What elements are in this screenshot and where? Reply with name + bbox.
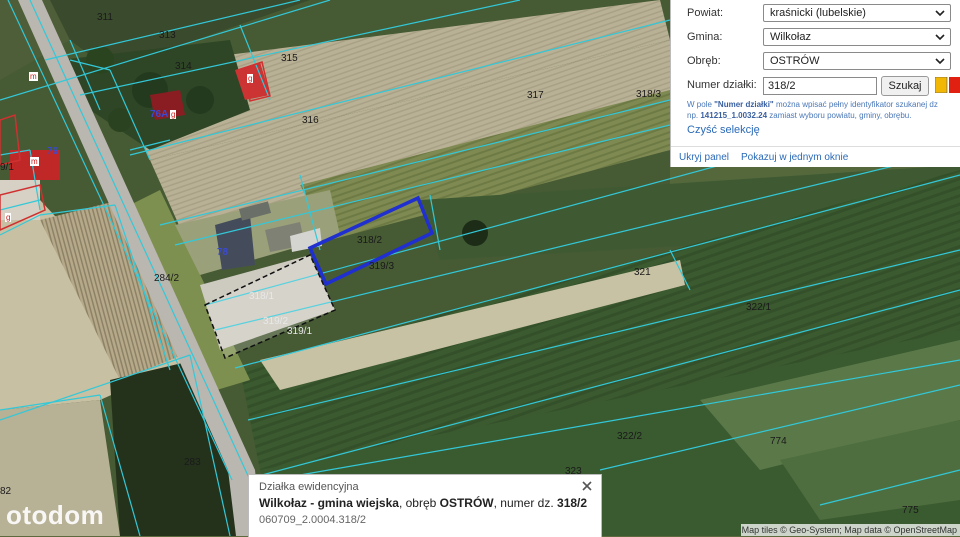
info-description: Wilkołaz - gmina wiejska, obręb OSTRÓW, … [259,496,588,510]
building-tag-m: m [29,72,38,81]
search-help-text: W pole "Numer działki" można wpisać pełn… [687,100,938,120]
map-attribution: Map tiles © Geo-System; Map data © OpenS… [741,524,960,536]
gmina-label: Gmina: [687,31,723,43]
parcel-label-319-1: 319/1 [287,326,313,337]
info-number: 318/2 [557,496,588,510]
parcel-label-319-2: 319/2 [263,316,289,327]
parcel-search-panel: Powiat: kraśnicki (lubelskie) Gmina: Wil… [670,0,960,167]
parcel-label-9-1: 9/1 [0,162,14,173]
parcel-number-input[interactable] [763,77,877,95]
obreb-row: Obręb: OSTRÓW [671,51,960,73]
parcel-label-775: 775 [902,505,919,516]
info-obreb: OSTRÓW [439,496,494,510]
chevron-down-icon [935,58,945,65]
gmina-row: Gmina: Wilkołaz [671,27,960,49]
parcel-label-284-2: 284/2 [154,273,180,284]
parcel-label-318-1: 318/1 [249,291,275,302]
chevron-down-icon [935,10,945,17]
search-button[interactable]: Szukaj [881,76,929,96]
parcel-info-popup: Działka ewidencyjna Wilkołaz - gmina wie… [248,474,602,537]
powiat-label: Powiat: [687,7,724,19]
numer-label: Numer działki: [687,79,757,91]
hide-panel-link[interactable]: Ukryj panel [679,152,729,163]
gmina-value: Wilkołaz [770,31,811,43]
info-id: 060709_2.0004.318/2 [259,514,367,526]
powiat-value: kraśnicki (lubelskie) [770,7,866,19]
building-tag-g: g [5,213,12,222]
show-single-window-link[interactable]: Pokazuj w jednym oknie [741,152,848,163]
panel-footer: Ukryj panel Pokazuj w jednym oknie [671,146,960,167]
parcel-label-317: 317 [527,90,544,101]
parcel-label-82: 82 [0,486,12,497]
parcel-label-311: 311 [97,12,113,23]
parcel-label-774: 774 [770,436,787,447]
clear-selection-link[interactable]: Czyść selekcję [687,124,760,136]
building-label-76: 76 [47,146,59,157]
obreb-label: Obręb: [687,55,721,67]
building-label-78: 78 [217,247,229,258]
obreb-select[interactable]: OSTRÓW [763,52,951,70]
parcel-label-318-2: 318/2 [357,235,383,246]
parcel-label-321: 321 [634,267,651,278]
parcel-label-319-3: 319/3 [369,261,395,272]
info-title: Działka ewidencyjna [259,481,359,493]
powiat-row: Powiat: kraśnicki (lubelskie) [671,3,960,25]
close-icon[interactable] [581,480,593,492]
parcel-label-316: 316 [302,115,319,126]
gmina-select[interactable]: Wilkołaz [763,28,951,46]
building-tag-g: g [247,74,254,83]
parcel-label-313: 313 [159,30,176,41]
obreb-value: OSTRÓW [770,55,820,67]
yellow-swatch [935,77,948,93]
info-place: Wilkołaz - gmina wiejska [259,496,399,510]
chevron-down-icon [935,34,945,41]
parcel-label-322-1: 322/1 [746,302,772,313]
parcel-label-283: 283 [184,457,201,468]
red-swatch [949,77,960,93]
building-tag-m: m [30,157,39,166]
otodom-watermark: otodom [6,500,105,530]
parcel-label-314: 314 [175,61,192,72]
parcel-label-318-3: 318/3 [636,89,662,100]
parcel-label-322-2: 322/2 [617,431,643,442]
parcel-label-315: 315 [281,53,298,64]
building-label-76a: 76A [150,109,169,120]
powiat-select[interactable]: kraśnicki (lubelskie) [763,4,951,22]
building-tag-g: g [170,110,177,119]
color-swatch[interactable] [935,77,960,93]
